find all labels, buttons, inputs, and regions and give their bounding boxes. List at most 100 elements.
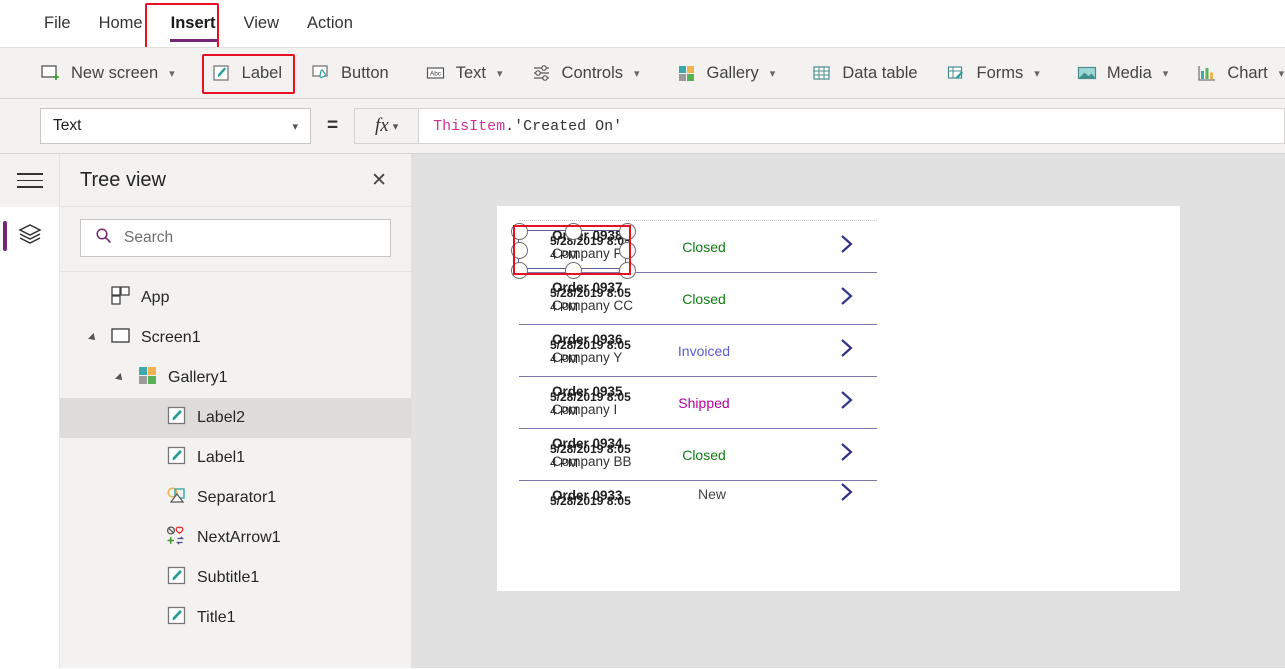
label-icon — [166, 565, 187, 591]
chevron-right-icon[interactable] — [833, 283, 859, 314]
ribbon-button-button[interactable]: Button — [296, 54, 403, 92]
ribbon-label-button[interactable]: Label — [197, 54, 296, 92]
chevron-right-icon[interactable] — [833, 439, 859, 470]
property-select-value: Text — [53, 117, 82, 134]
ribbon-text-button[interactable]: Abc Text ▾ — [411, 54, 517, 92]
ribbon-data-table-label: Data table — [842, 63, 918, 82]
screen-icon — [110, 325, 131, 351]
nextarrow-icon — [166, 525, 187, 551]
fx-button[interactable]: fx ▾ — [354, 108, 419, 144]
twisty-expanded-icon[interactable] — [113, 373, 127, 383]
gallery-squares-icon — [676, 63, 698, 83]
label-icon — [166, 405, 187, 431]
ribbon-forms-button[interactable]: Forms ▾ — [932, 54, 1054, 92]
gallery-item-overlap-time: 4 PM — [550, 352, 579, 366]
tree-item-subtitle1[interactable]: Subtitle1 — [60, 558, 411, 598]
chevron-down-icon[interactable]: ▾ — [1034, 67, 1040, 80]
tree-item-label: Subtitle1 — [197, 569, 260, 586]
tree-item-nextarrow1[interactable]: NextArrow1 — [60, 518, 411, 558]
gallery-item[interactable]: Order 0933 5/28/2019 8:05 New — [519, 481, 877, 507]
screen-preview[interactable]: Order 0938 5/28/2019 8:05 Company F 4 PM… — [497, 206, 1180, 591]
chevron-down-icon[interactable]: ▾ — [1279, 67, 1285, 80]
hamburger-menu-button[interactable] — [0, 154, 59, 207]
menu-item-view[interactable]: View — [230, 0, 293, 47]
left-rail — [0, 154, 60, 668]
label-icon — [211, 63, 233, 83]
menu-item-action[interactable]: Action — [293, 0, 367, 47]
gallery-item[interactable]: Order 0936 5/28/2019 8:05 Company Y 4 PM… — [519, 325, 877, 377]
menu-item-file[interactable]: File — [30, 0, 85, 47]
app-icon — [110, 285, 131, 311]
gallery-item-status: Closed — [682, 290, 726, 307]
tree-item-label2[interactable]: Label2 — [60, 398, 411, 438]
chart-bars-icon — [1196, 63, 1218, 83]
rail-item-tree-view[interactable] — [0, 207, 59, 265]
gallery-item[interactable]: Order 0935 5/28/2019 8:05 Company I 4 PM… — [519, 377, 877, 429]
tree-item-gallery1[interactable]: Gallery1 — [60, 358, 411, 398]
formula-token-identifier: ThisItem — [433, 117, 506, 135]
property-select[interactable]: Text ▾ — [40, 108, 311, 144]
gallery-item-overlap-time: 4 PM — [550, 456, 579, 470]
selected-control-outline[interactable] — [510, 222, 636, 279]
search-icon — [95, 227, 112, 249]
tree-view-header: Tree view ✕ — [60, 154, 411, 207]
resize-handle-n[interactable] — [564, 222, 582, 240]
tree-item-label: Separator1 — [197, 489, 277, 506]
close-icon[interactable]: ✕ — [371, 170, 387, 190]
ribbon-media-button[interactable]: Media ▾ — [1062, 54, 1182, 92]
separator-icon — [166, 485, 187, 511]
tree-item-label: Title1 — [197, 609, 236, 626]
resize-handle-sw[interactable] — [510, 261, 528, 279]
equals-sign: = — [327, 115, 339, 136]
menu-item-insert[interactable]: Insert — [157, 0, 230, 47]
chevron-down-icon[interactable]: ▾ — [497, 67, 503, 80]
menu-item-home[interactable]: Home — [85, 0, 157, 47]
gallery-icon — [137, 365, 158, 391]
text-abc-icon: Abc — [425, 63, 447, 83]
new-screen-icon — [40, 63, 62, 83]
data-table-icon — [811, 63, 833, 83]
tree-item-separator1[interactable]: Separator1 — [60, 478, 411, 518]
resize-handle-ne[interactable] — [618, 222, 636, 240]
tree-item-title1[interactable]: Title1 — [60, 598, 411, 638]
chevron-right-icon[interactable] — [833, 335, 859, 366]
resize-handle-s[interactable] — [564, 261, 582, 279]
ribbon-text-label: Text — [455, 63, 487, 82]
chevron-down-icon[interactable]: ▾ — [1163, 67, 1169, 80]
ribbon-chart-label: Chart — [1227, 63, 1268, 82]
ribbon-controls-button[interactable]: Controls ▾ — [517, 54, 654, 92]
tree-item-label: Label1 — [197, 449, 246, 466]
chevron-down-icon[interactable]: ▾ — [169, 67, 175, 80]
twisty-expanded-icon[interactable] — [86, 333, 100, 343]
chevron-down-icon[interactable]: ▾ — [634, 67, 640, 80]
tree-item-app[interactable]: App — [60, 278, 411, 318]
chevron-right-icon[interactable] — [833, 387, 859, 418]
ribbon-new-screen-button[interactable]: New screen ▾ — [26, 54, 189, 92]
tree-item-label1[interactable]: Label1 — [60, 438, 411, 478]
ribbon-new-screen-label: New screen — [71, 63, 159, 82]
label-icon — [166, 605, 187, 631]
search-input[interactable] — [124, 229, 376, 247]
resize-handle-e[interactable] — [618, 242, 636, 259]
tree-search-wrap — [60, 207, 411, 272]
ribbon-chart-button[interactable]: Chart ▾ — [1182, 54, 1285, 92]
formula-input[interactable]: ThisItem .'Created On' — [418, 108, 1285, 144]
resize-handle-nw[interactable] — [510, 222, 528, 240]
tree-view-panel: Tree view ✕ App — [60, 154, 412, 668]
chevron-right-icon[interactable] — [833, 481, 859, 507]
gallery-item[interactable]: Order 0934 5/28/2019 8:05 Company BB 4 P… — [519, 429, 877, 481]
workspace: Tree view ✕ App — [0, 154, 1285, 668]
chevron-right-icon[interactable] — [833, 231, 859, 262]
gallery-item[interactable]: Order 0937 5/28/2019 8:05 Company CC 4 P… — [519, 273, 877, 325]
svg-text:Abc: Abc — [430, 71, 442, 78]
ribbon-data-table-button[interactable]: Data table — [797, 54, 931, 92]
chevron-down-icon[interactable]: ▾ — [770, 67, 776, 80]
ribbon-gallery-button[interactable]: Gallery ▾ — [662, 54, 790, 92]
resize-handle-w[interactable] — [510, 242, 528, 259]
tree-item-screen1[interactable]: Screen1 — [60, 318, 411, 358]
app-canvas[interactable]: Order 0938 5/28/2019 8:05 Company F 4 PM… — [412, 154, 1285, 668]
resize-handle-se[interactable] — [618, 261, 636, 279]
fx-icon: fx — [374, 115, 389, 136]
tree-view-list: App Screen1 Gallery1 Label2 Label1 Separ… — [60, 272, 411, 668]
tree-search-box[interactable] — [80, 219, 391, 257]
